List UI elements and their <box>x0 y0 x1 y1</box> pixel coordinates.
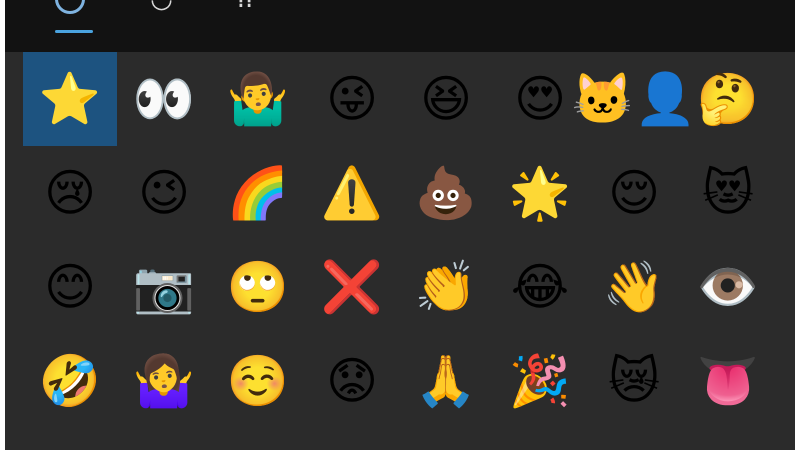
star-emoji[interactable]: ⭐ <box>23 52 117 146</box>
camera-emoji[interactable]: 📷 <box>117 240 211 334</box>
rolling-laughing-face-emoji[interactable]: 🤣 <box>23 334 117 428</box>
worried-face-emoji[interactable]: 😟 <box>305 334 399 428</box>
kaomoji-icon: ˙◡ <box>137 0 173 12</box>
tab-symbols[interactable]: ⁞⁞ <box>210 0 280 48</box>
winking-face-emoji[interactable]: 😉 <box>117 146 211 240</box>
heart-eyes-cat-emoji[interactable]: 😻 <box>681 146 775 240</box>
cross-mark-emoji[interactable]: ❌ <box>305 240 399 334</box>
warning-emoji[interactable]: ⚠️ <box>305 146 399 240</box>
tab-recent[interactable] <box>35 0 105 48</box>
woman-shrugging-emoji[interactable]: 🤷‍♀️ <box>117 334 211 428</box>
glowing-star-emoji[interactable]: 🌟 <box>493 146 587 240</box>
eye-emoji[interactable]: 👁️ <box>681 240 775 334</box>
thinking-face-emoji[interactable]: 🤔 <box>681 52 775 146</box>
pile-of-poo-emoji[interactable]: 💩 <box>399 146 493 240</box>
rainbow-emoji[interactable]: 🌈 <box>211 146 305 240</box>
rolling-eyes-face-emoji[interactable]: 🙄 <box>211 240 305 334</box>
tears-of-joy-face-emoji[interactable]: 😂 <box>493 240 587 334</box>
cat-with-mask-emoji[interactable]: 😿 <box>587 334 681 428</box>
emoji-tab-bar: ˙◡ ⁞⁞ <box>5 0 795 52</box>
tab-kaomoji[interactable]: ˙◡ <box>120 0 190 48</box>
grinning-squinting-face-emoji[interactable]: 😆 <box>399 52 493 146</box>
emoji-panel: ˙◡ ⁞⁞ ⭐👀🤷‍♂️😜😆😍🐱‍👤🤔😢😉🌈⚠️💩🌟😌😻😊📷🙄❌👏😂👋👁️🤣🤷‍… <box>5 0 795 450</box>
party-popper-emoji[interactable]: 🎉 <box>493 334 587 428</box>
smiling-blush-face-emoji[interactable]: ☺️ <box>211 334 305 428</box>
symbols-icon: ⁞⁞ <box>237 0 254 12</box>
eyes-emoji[interactable]: 👀 <box>117 52 211 146</box>
winking-tongue-face-emoji[interactable]: 😜 <box>305 52 399 146</box>
ninja-cat-emoji[interactable]: 🐱‍👤 <box>572 52 697 146</box>
tongue-emoji[interactable]: 👅 <box>681 334 775 428</box>
person-shrugging-emoji[interactable]: 🤷‍♂️ <box>211 52 305 146</box>
active-tab-indicator <box>55 30 93 33</box>
waving-hand-emoji[interactable]: 👋 <box>587 240 681 334</box>
relieved-face-emoji[interactable]: 😌 <box>587 146 681 240</box>
crying-face-emoji[interactable]: 😢 <box>23 146 117 240</box>
folded-hands-emoji[interactable]: 🙏 <box>399 334 493 428</box>
emoji-grid: ⭐ 👀 🤷‍♂️ 😜 😆 😍 🐱‍👤 🤔 😢 😉 🌈 ⚠️ 💩 🌟 😌 😻 😊 📷 🙄 ❌ 👏 😂 👋 👁️ 🤣 🤷‍♀️ ☺️ 😟 🙏… <box>23 52 775 450</box>
clock-icon <box>55 0 85 14</box>
smiling-face-emoji[interactable]: 😊 <box>23 240 117 334</box>
clapping-hands-emoji[interactable]: 👏 <box>399 240 493 334</box>
